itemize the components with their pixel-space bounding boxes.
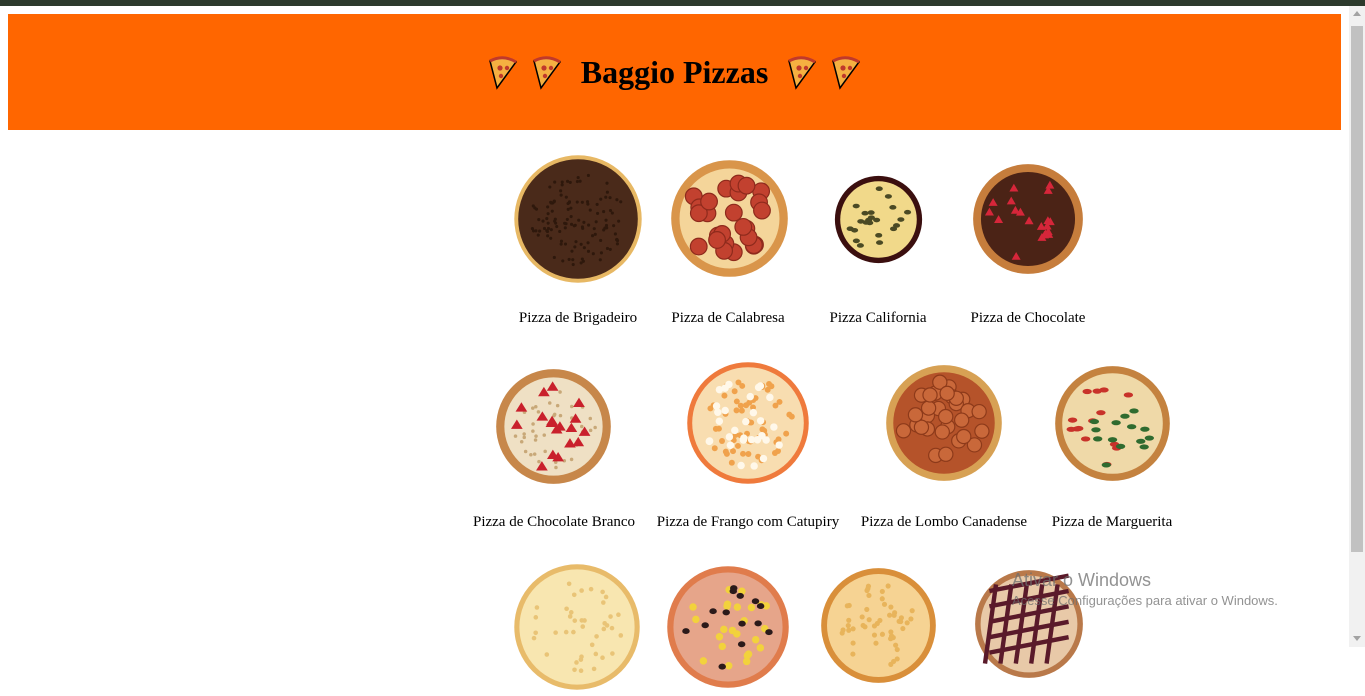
pizza-name: Pizza de Frango com Catupiry (656, 514, 840, 530)
pizza-illustration (514, 155, 642, 283)
scroll-up-arrow-icon[interactable] (1353, 11, 1361, 16)
pizza-image[interactable] (820, 567, 937, 684)
pizza-slice-icon (788, 56, 817, 90)
pizza-illustration (671, 160, 788, 277)
site-header: Baggio Pizzas (8, 14, 1341, 130)
page: Baggio Pizzas Pizza de Brigadeiro Pizza … (0, 6, 1349, 690)
pizza-illustration (821, 568, 936, 683)
pizza-image[interactable] (513, 563, 641, 691)
pizza-image[interactable] (513, 154, 643, 284)
windows-activation-watermark: Ativar o Windows Acesse Configurações pa… (1012, 570, 1278, 608)
pizza-image[interactable] (670, 159, 789, 278)
pizza-name: Pizza California (829, 310, 927, 326)
scrollbar-thumb[interactable] (1351, 26, 1363, 552)
pizza-illustration (1055, 366, 1170, 481)
pizza-image[interactable] (495, 368, 612, 485)
pizza-name: Pizza de Brigadeiro (518, 310, 638, 326)
pizza-image[interactable] (666, 565, 790, 689)
pizza-illustration (496, 369, 611, 484)
pizza-illustration (973, 164, 1083, 274)
pizza-illustration (687, 362, 809, 484)
pizza-image[interactable] (686, 361, 810, 485)
pizza-slice-icon (532, 56, 561, 90)
pizza-name: Pizza de Lombo Canadense (860, 514, 1028, 530)
pizza-illustration (514, 564, 640, 690)
watermark-title: Ativar o Windows (1012, 570, 1152, 590)
pizza-illustration (834, 175, 923, 264)
pizza-image[interactable] (834, 175, 923, 264)
watermark-subtitle: Acesse Configurações para ativar o Windo… (1012, 593, 1278, 608)
pizza-slice-icon (832, 56, 861, 90)
pizza-name: Pizza de Chocolate Branco (472, 514, 636, 530)
pizza-illustration (667, 566, 789, 688)
vertical-scrollbar[interactable] (1349, 6, 1365, 647)
scroll-down-arrow-icon[interactable] (1353, 636, 1361, 641)
page-title: Baggio Pizzas (580, 53, 769, 90)
pizza-name: Pizza de Chocolate (970, 310, 1086, 326)
pizza-illustration (886, 365, 1002, 481)
pizza-image[interactable] (1054, 365, 1171, 482)
pizza-slice-icon (488, 56, 517, 90)
pizza-name: Pizza de Calabresa (671, 310, 785, 326)
pizza-image[interactable] (885, 364, 1003, 482)
pizza-image[interactable] (972, 163, 1084, 275)
pizza-name: Pizza de Marguerita (1051, 514, 1173, 530)
